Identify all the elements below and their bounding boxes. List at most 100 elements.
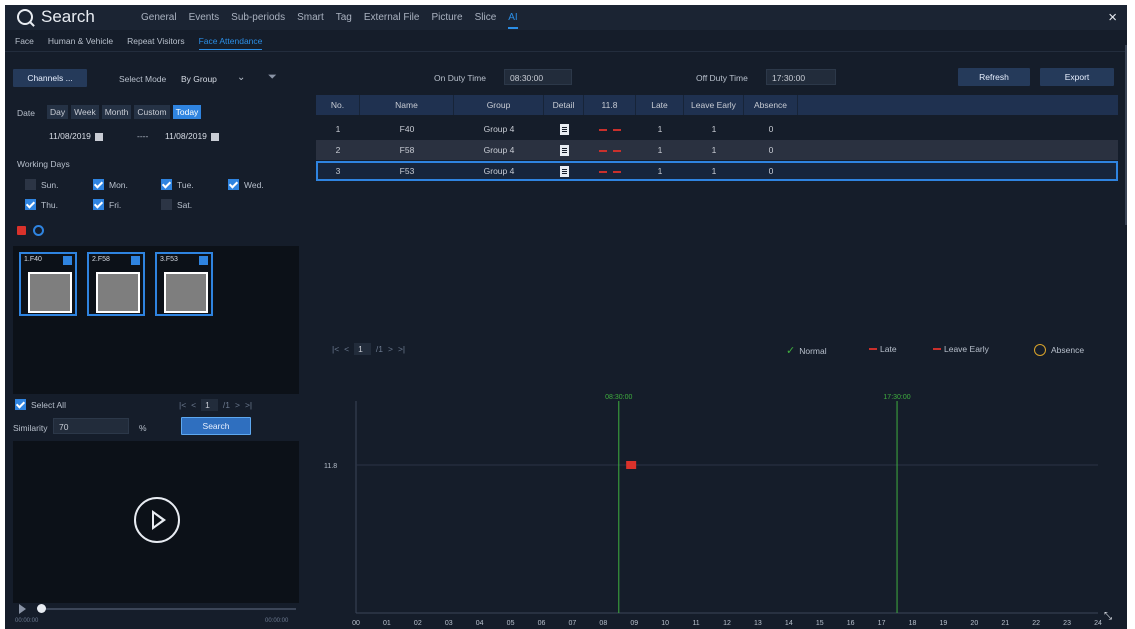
last-page-icon[interactable]: >| [245, 400, 252, 410]
subtab-human-vehicle[interactable]: Human & Vehicle [48, 36, 113, 50]
detail-icon[interactable] [559, 145, 569, 157]
scrollbar[interactable] [1125, 45, 1127, 225]
date-to-field[interactable]: 11/08/2019 [165, 131, 219, 141]
subtab-repeat-visitors[interactable]: Repeat Visitors [127, 36, 184, 50]
day-tue-checkbox[interactable]: Tue. [161, 179, 194, 190]
delete-icon[interactable] [17, 226, 26, 235]
col-leave-early[interactable]: Leave Early [684, 95, 744, 115]
similarity-input[interactable]: 70 [53, 418, 129, 434]
close-icon[interactable]: × [1108, 9, 1117, 26]
tab-picture[interactable]: Picture [431, 12, 462, 29]
video-progress-track[interactable] [41, 608, 296, 610]
checkbox-checked-icon[interactable] [63, 256, 72, 265]
search-button[interactable]: Search [181, 417, 251, 435]
chevron-down-icon[interactable]: ⌄ [237, 72, 245, 83]
video-progress-handle[interactable] [37, 604, 46, 613]
day-label: Mon. [109, 179, 128, 190]
cell-group: Group 4 [483, 145, 515, 155]
col-detail[interactable]: Detail [544, 95, 584, 115]
play-small-icon[interactable] [19, 604, 26, 614]
off-duty-input[interactable]: 17:30:00 [766, 69, 836, 85]
day-sat-checkbox[interactable]: Sat. [161, 199, 192, 210]
cell-leave-early: 1 [711, 124, 717, 134]
day-thu-checkbox[interactable]: Thu. [25, 199, 58, 210]
cell-detail[interactable] [544, 140, 584, 160]
face-thumbnail [164, 272, 208, 313]
col-no[interactable]: No. [316, 95, 360, 115]
first-page-icon[interactable]: |< [179, 400, 186, 410]
page-input[interactable]: 1 [354, 343, 371, 355]
duty-time-label: 08:30:00 [605, 394, 632, 401]
date-from-value: 11/08/2019 [49, 131, 91, 141]
col-absence[interactable]: Absence [744, 95, 798, 115]
subtab-face[interactable]: Face [15, 36, 34, 50]
date-tab-month[interactable]: Month [101, 105, 132, 119]
cell-name: F53 [399, 166, 415, 176]
date-tab-week[interactable]: Week [71, 105, 99, 119]
detail-icon[interactable] [559, 166, 569, 178]
thumbnail-item[interactable]: 2.F58 [87, 252, 145, 316]
on-duty-input[interactable]: 08:30:00 [504, 69, 572, 85]
settings-icon[interactable] [33, 225, 44, 236]
date-tab-today[interactable]: Today [172, 105, 202, 119]
tab-external-file[interactable]: External File [364, 12, 420, 29]
table-row[interactable]: 1 F40 Group 4 1 1 0 [316, 119, 1118, 139]
cell-detail[interactable] [544, 119, 584, 139]
export-button[interactable]: Export [1040, 68, 1114, 86]
next-page-icon[interactable]: > [388, 344, 393, 354]
prev-page-icon[interactable]: < [191, 400, 196, 410]
play-icon[interactable] [134, 497, 180, 543]
calendar-icon[interactable] [94, 132, 103, 141]
thumbnail-item[interactable]: 3.F53 [155, 252, 213, 316]
day-fri-checkbox[interactable]: Fri. [93, 199, 121, 210]
leave-early-icon [613, 149, 621, 152]
next-page-icon[interactable]: > [235, 400, 240, 410]
checkbox-checked-icon[interactable] [131, 256, 140, 265]
last-page-icon[interactable]: >| [398, 344, 405, 354]
filter-icon[interactable]: ⏷ [268, 71, 277, 84]
expand-icon[interactable]: ⤡ [1104, 611, 1112, 622]
tab-smart[interactable]: Smart [297, 12, 324, 29]
tab-sub-periods[interactable]: Sub-periods [231, 12, 285, 29]
calendar-icon[interactable] [210, 132, 219, 141]
day-label: Fri. [109, 199, 122, 210]
video-time-start: 00:00:00 [15, 618, 39, 624]
col-late[interactable]: Late [636, 95, 684, 115]
detail-icon[interactable] [559, 124, 569, 136]
legend-late: Late [866, 344, 897, 354]
col-date[interactable]: 11.8 [584, 95, 636, 115]
thumbnail-list: 1.F40 2.F58 3.F53 [13, 246, 299, 394]
x-tick-label: 21 [1001, 620, 1009, 627]
thumbnail-item[interactable]: 1.F40 [19, 252, 77, 316]
date-from-field[interactable]: 11/08/2019 [49, 131, 103, 141]
late-event-marker[interactable] [626, 461, 637, 469]
tab-general[interactable]: General [141, 12, 177, 29]
checkbox-checked-icon[interactable] [199, 256, 208, 265]
channels-button[interactable]: Channels ... [13, 69, 87, 87]
select-all-checkbox[interactable]: Select All [15, 399, 66, 410]
first-page-icon[interactable]: |< [332, 344, 339, 354]
subtab-face-attendance[interactable]: Face Attendance [198, 36, 263, 50]
date-tab-custom[interactable]: Custom [134, 105, 170, 119]
prev-page-icon[interactable]: < [344, 344, 349, 354]
tab-ai[interactable]: AI [508, 12, 518, 29]
page-total: /1 [375, 344, 383, 354]
day-sun-checkbox[interactable]: Sun. [25, 179, 59, 190]
day-mon-checkbox[interactable]: Mon. [93, 179, 128, 190]
tab-events[interactable]: Events [189, 12, 220, 29]
x-tick-label: 18 [909, 620, 917, 627]
date-tab-day[interactable]: Day [47, 105, 69, 119]
col-name[interactable]: Name [360, 95, 454, 115]
tab-tag[interactable]: Tag [336, 12, 352, 29]
table-row[interactable]: 2 F58 Group 4 1 1 0 [316, 140, 1118, 160]
select-mode-dropdown[interactable]: By Group [181, 74, 217, 84]
tab-slice[interactable]: Slice [475, 12, 497, 29]
refresh-button[interactable]: Refresh [958, 68, 1030, 86]
day-wed-checkbox[interactable]: Wed. [228, 179, 264, 190]
cell-group: Group 4 [483, 124, 515, 134]
cell-detail[interactable] [544, 161, 584, 181]
legend-absence: Absence [1034, 344, 1084, 356]
page-input[interactable]: 1 [201, 399, 218, 411]
col-group[interactable]: Group [454, 95, 544, 115]
table-row-selected[interactable]: 3 F53 Group 4 1 1 0 [316, 161, 1118, 181]
